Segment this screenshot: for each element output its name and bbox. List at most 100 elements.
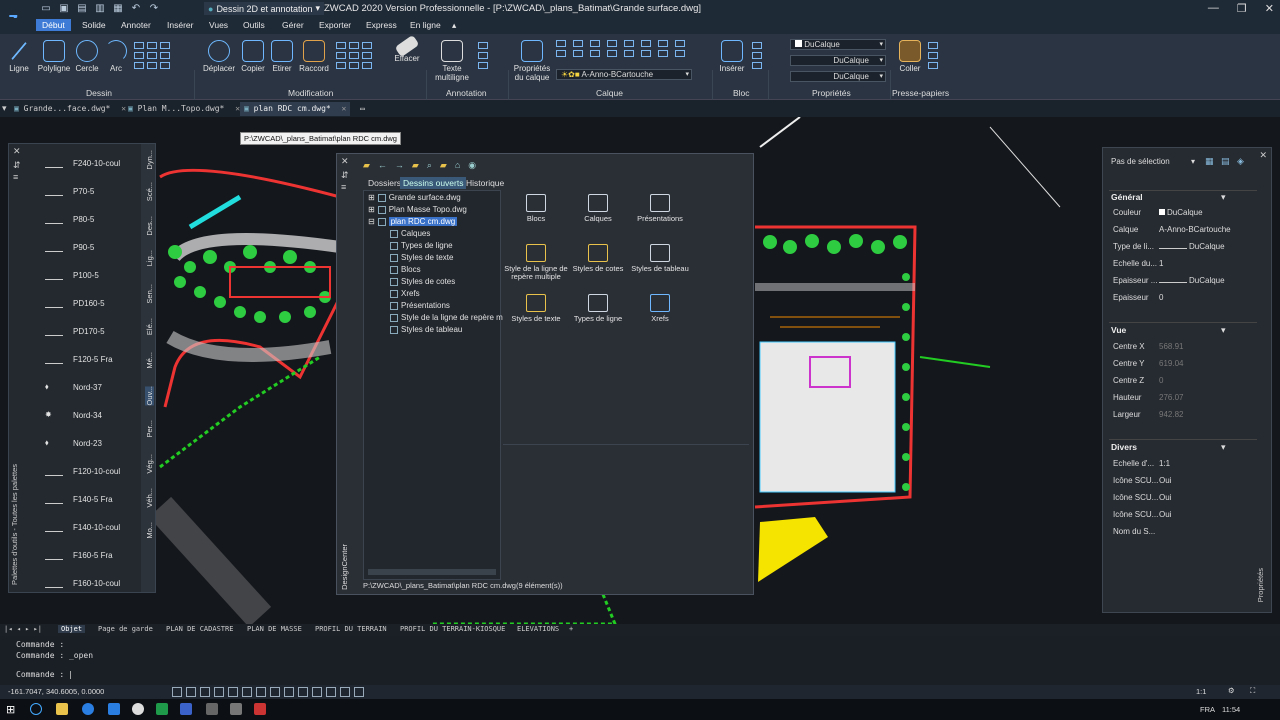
palette-tab[interactable]: Sen... — [145, 284, 154, 304]
file-explorer-icon[interactable] — [56, 703, 68, 715]
section-divers[interactable]: Divers — [1111, 442, 1137, 452]
tab-debut[interactable]: Début — [36, 19, 71, 31]
erase-button[interactable]: Effacer — [392, 34, 422, 63]
prop-value[interactable]: 0 — [1159, 293, 1163, 302]
palette-item[interactable]: P90-5 — [45, 240, 94, 254]
palette-item[interactable]: F120-5 Fra — [45, 352, 113, 366]
palette-tab[interactable]: Per... — [145, 420, 154, 438]
fullscreen-icon[interactable]: ⛶ — [1250, 686, 1255, 696]
tree-node[interactable]: Types de ligne — [390, 241, 453, 250]
prop-value[interactable]: DuCalque — [1159, 276, 1225, 285]
tab-historique[interactable]: Historique — [463, 177, 507, 189]
layer-properties-button[interactable]: Propriétés du calque — [512, 40, 552, 82]
close-tab-icon[interactable]: ✕ — [342, 104, 347, 113]
tab-solide[interactable]: Solide — [82, 20, 106, 30]
layer-tool-icon[interactable] — [624, 50, 634, 57]
tab-gerer[interactable]: Gérer — [282, 20, 304, 30]
tool-icon[interactable] — [349, 52, 359, 59]
lineweight-dropdown[interactable]: DuCalque — [790, 71, 886, 82]
tab-dossiers[interactable]: Dossiers — [365, 177, 404, 189]
palette-item[interactable]: F240-10-coul — [45, 156, 120, 170]
workspace-selector[interactable]: ● Dessin 2D et annotation ▾ — [204, 2, 325, 15]
dc-item-calques[interactable]: Calques — [565, 194, 631, 223]
close-designcenter-icon[interactable]: ✕ — [341, 156, 349, 167]
palette-tab[interactable]: Lig... — [145, 250, 154, 266]
tool-icon[interactable] — [336, 62, 346, 69]
tab-express[interactable]: Express — [366, 20, 397, 30]
home-icon[interactable]: ⌂ — [455, 160, 460, 171]
palette-tab-active[interactable]: Ouv... — [145, 386, 154, 406]
layer-tool-icon[interactable] — [573, 50, 583, 57]
close-icon[interactable]: ✕ — [1265, 2, 1274, 15]
tree-node[interactable]: Styles de texte — [390, 253, 453, 262]
tool-icon[interactable] — [160, 42, 170, 49]
layer-tool-icon[interactable] — [675, 40, 685, 47]
tool-icon[interactable] — [160, 62, 170, 69]
layout-tab[interactable]: PROFIL DU TERRAIN — [315, 625, 387, 633]
layout-nav-icon[interactable]: |◂ ◂ ▸ ▸| — [4, 625, 42, 633]
forward-icon[interactable]: → — [395, 160, 404, 171]
mtext-button[interactable]: Texte multiligne — [430, 40, 474, 82]
maximize-icon[interactable]: ❐ — [1237, 2, 1247, 15]
prop-value[interactable]: 1:1 — [1159, 459, 1170, 468]
polyline-button[interactable]: Polyligne — [36, 40, 72, 73]
dc-item-table-styles[interactable]: Styles de tableau — [627, 244, 693, 273]
tree-toggle-icon[interactable]: ◉ — [468, 160, 476, 171]
quick-select-icon[interactable]: ▦ — [1205, 156, 1214, 167]
palette-item[interactable]: PD160-5 — [45, 296, 105, 310]
layer-dropdown[interactable]: ☀✿■ A-Anno-BCartouche — [556, 69, 692, 80]
palette-item[interactable]: F160-10-coul — [45, 576, 120, 590]
tool-icon[interactable] — [752, 52, 762, 59]
layer-tool-icon[interactable] — [658, 50, 668, 57]
color-dropdown[interactable]: DuCalque — [790, 39, 886, 50]
stretch-button[interactable]: Etirer — [270, 40, 294, 73]
tool-icon[interactable] — [336, 42, 346, 49]
tool-icon[interactable] — [362, 62, 372, 69]
layer-tool-icon[interactable] — [624, 40, 634, 47]
save-icon[interactable]: ▤ — [76, 3, 88, 15]
search-icon[interactable]: ⌕ — [427, 160, 432, 171]
select-objects-icon[interactable]: ▤ — [1221, 156, 1230, 167]
palette-tab[interactable]: Scé... — [145, 182, 154, 201]
palette-tab[interactable]: Véh... — [145, 488, 154, 508]
palette-item[interactable]: F160-5 Fra — [45, 548, 113, 562]
layer-tool-icon[interactable] — [658, 40, 668, 47]
model-space-icon[interactable] — [312, 687, 322, 697]
zwcad-icon[interactable] — [180, 703, 192, 715]
copy-button[interactable]: Copier — [240, 40, 266, 73]
collapse-icon[interactable]: ⊟ — [368, 217, 375, 226]
palette-item[interactable]: P80-5 — [45, 212, 94, 226]
selection-dropdown[interactable]: Pas de sélection — [1111, 157, 1201, 166]
selection-cycle-icon[interactable] — [298, 687, 308, 697]
layout-tab[interactable]: Page de garde — [98, 625, 153, 633]
tool-icon[interactable] — [134, 42, 144, 49]
layer-tool-icon[interactable] — [573, 40, 583, 47]
linetype-dropdown[interactable]: DuCalque — [790, 55, 886, 66]
tool-icon[interactable] — [349, 42, 359, 49]
dc-item-blocs[interactable]: Blocs — [503, 194, 569, 223]
print-icon[interactable]: ▦ — [112, 3, 124, 15]
palette-item[interactable]: ⬧ Nord-37 — [45, 380, 102, 394]
tool-icon[interactable] — [752, 42, 762, 49]
layer-tool-icon[interactable] — [607, 50, 617, 57]
word-icon[interactable] — [108, 703, 120, 715]
layer-tool-icon[interactable] — [641, 50, 651, 57]
doc-tab-grande-surface[interactable]: ▣ Grande...face.dwg* ✕ — [10, 102, 130, 116]
new-tab-button[interactable]: ▭ — [356, 102, 369, 116]
dc-item-mleader-style[interactable]: Style de la ligne de repère multiple — [503, 244, 569, 281]
palette-menu-icon[interactable]: ≡ — [13, 172, 18, 182]
fillet-button[interactable]: Raccord — [298, 40, 330, 73]
circle-button[interactable]: Cercle — [74, 40, 100, 73]
line-button[interactable]: Ligne — [6, 40, 32, 73]
add-layout-icon[interactable]: + — [569, 625, 573, 633]
chevron-down-icon[interactable]: ▾ — [1191, 157, 1195, 166]
tree-node[interactable]: Présentations — [390, 301, 450, 310]
grid-icon[interactable] — [172, 687, 182, 697]
autohide-icon[interactable]: ⇵ — [341, 170, 349, 181]
tree-node[interactable]: Styles de cotes — [390, 277, 455, 286]
command-input[interactable]: Commande : | — [16, 670, 1256, 682]
palette-item[interactable]: ✸ Nord-34 — [45, 408, 102, 422]
autohide-icon[interactable]: ⇵ — [13, 160, 21, 171]
layer-tool-icon[interactable] — [590, 50, 600, 57]
ucs-icon[interactable] — [340, 687, 350, 697]
